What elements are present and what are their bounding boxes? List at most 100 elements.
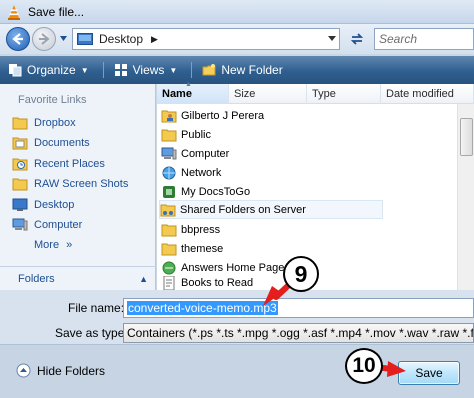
command-toolbar: Organize ▼ Views ▼ New Folder — [0, 56, 474, 84]
filename-label: File name: — [68, 301, 125, 315]
list-item[interactable]: bbpress — [161, 220, 381, 239]
column-size[interactable]: Size — [229, 84, 307, 104]
address-bar[interactable]: Desktop ▶ — [72, 28, 340, 50]
sidebar-more-link[interactable]: More » — [34, 239, 72, 251]
back-arrow-icon — [12, 33, 23, 45]
views-button[interactable]: Views ▼ — [114, 63, 178, 77]
scrollbar-thumb[interactable] — [460, 118, 473, 156]
title-bar: Save file... — [0, 0, 474, 24]
item-name: Computer — [181, 147, 230, 160]
column-headers: ▲ Name Size Type Date modified — [157, 81, 474, 104]
sidebar-item-documents[interactable]: Documents — [12, 134, 90, 152]
toolbar-separator — [191, 62, 193, 78]
step-number: 10 — [352, 354, 376, 377]
organize-label: Organize — [27, 63, 76, 77]
step-10-callout: 10 — [345, 348, 383, 384]
filename-value: converted-voice-memo.mp3 — [127, 301, 278, 315]
list-item[interactable]: Public — [161, 125, 381, 144]
sidebar-item-dropbox[interactable]: Dropbox — [12, 114, 76, 132]
folder-icon — [161, 224, 177, 236]
sidebar-item-recent-places[interactable]: Recent Places — [12, 155, 105, 173]
recent-places-icon — [12, 158, 28, 171]
search-input[interactable]: Search — [374, 28, 474, 50]
chevron-down-icon: ▼ — [80, 65, 89, 75]
refresh-button[interactable] — [345, 29, 369, 49]
hide-folders-button[interactable]: Hide Folders — [16, 363, 105, 378]
save-button[interactable]: Save — [398, 361, 460, 385]
item-name: Shared Folders on Server — [180, 203, 306, 216]
folders-toggle[interactable]: Folders ▲ — [0, 266, 156, 290]
list-item[interactable]: My DocsToGo — [161, 182, 381, 201]
chevron-down-icon: ▼ — [169, 65, 178, 75]
column-label: Name — [162, 88, 192, 100]
sidebar-item-label: Documents — [34, 137, 90, 149]
forward-arrow-icon — [39, 33, 50, 45]
item-name: Network — [181, 166, 222, 179]
sidebar-item-raw-screen-shots[interactable]: RAW Screen Shots — [12, 175, 128, 193]
savetype-select[interactable]: Containers (*.ps *.ts *.mpg *.ogg *.asf … — [123, 323, 474, 343]
sidebar-item-label: Computer — [34, 219, 83, 231]
views-grid-icon — [114, 64, 127, 76]
column-name[interactable]: ▲ Name — [157, 81, 229, 104]
savetype-value: Containers (*.ps *.ts *.mpg *.ogg *.asf … — [127, 326, 474, 340]
network-icon — [162, 166, 176, 179]
item-name: themese — [181, 242, 224, 255]
double-chevron-icon: » — [66, 239, 73, 251]
savetype-label: Save as type: — [55, 326, 128, 340]
item-name: Gilberto J Perera — [181, 109, 265, 122]
organize-icon — [9, 64, 22, 77]
sidebar-item-desktop[interactable]: Desktop — [12, 196, 74, 214]
toolbar-separator — [102, 62, 104, 78]
sidebar-item-label: RAW Screen Shots — [34, 178, 129, 190]
sidebar-item-computer[interactable]: Computer — [12, 216, 82, 234]
column-label: Type — [312, 88, 336, 100]
step-number: 9 — [294, 260, 308, 287]
chevron-up-icon: ▲ — [139, 273, 148, 284]
vlc-cone-icon — [8, 4, 20, 20]
document-icon — [163, 276, 175, 290]
column-label: Size — [234, 88, 256, 100]
desktop-icon — [77, 33, 93, 45]
organize-button[interactable]: Organize ▼ — [8, 63, 89, 77]
sidebar-item-label: Dropbox — [34, 117, 76, 129]
breadcrumb-chevron-icon[interactable]: ▶ — [151, 34, 158, 45]
vertical-scrollbar[interactable] — [457, 104, 474, 290]
navigation-pane: Favorite Links Dropbox Documents Recent … — [0, 84, 156, 290]
user-folder-icon — [161, 110, 177, 122]
sidebar-item-label: Desktop — [34, 199, 75, 211]
item-name: Public — [181, 128, 211, 141]
forward-button[interactable] — [32, 27, 56, 51]
folder-icon — [161, 129, 177, 141]
app-icon — [163, 185, 175, 198]
list-item[interactable]: Computer — [161, 144, 381, 163]
web-page-icon — [162, 261, 176, 274]
item-name: My DocsToGo — [181, 185, 251, 198]
new-folder-button[interactable]: New Folder — [202, 63, 283, 77]
back-button[interactable] — [6, 27, 30, 51]
folders-label: Folders — [18, 272, 55, 285]
list-item[interactable]: themese — [161, 239, 381, 258]
step-9-callout: 9 — [283, 256, 319, 292]
favorite-links-header: Favorite Links — [18, 94, 87, 106]
column-type[interactable]: Type — [307, 84, 381, 104]
hide-folders-label: Hide Folders — [37, 363, 106, 378]
computer-icon — [12, 218, 28, 231]
column-date-modified[interactable]: Date modified — [381, 84, 474, 104]
new-folder-icon — [202, 64, 216, 76]
list-item[interactable]: Network — [161, 163, 381, 182]
list-item[interactable]: Books to Read — [161, 276, 381, 290]
chevron-down-icon — [327, 36, 336, 41]
history-dropdown-icon[interactable] — [59, 34, 68, 43]
folder-icon — [161, 243, 177, 255]
folder-icon — [12, 178, 28, 191]
more-label: More — [34, 239, 60, 251]
list-item[interactable]: Answers Home Page — [161, 258, 381, 277]
list-item[interactable]: Shared Folders on Server — [159, 200, 383, 219]
filename-field[interactable]: converted-voice-memo.mp3 — [123, 298, 474, 318]
search-placeholder: Search — [379, 32, 418, 46]
item-name: Answers Home Page — [181, 261, 285, 274]
column-label: Date modified — [386, 88, 454, 100]
list-item[interactable]: Gilberto J Perera — [161, 106, 381, 125]
address-dropdown-button[interactable] — [324, 29, 339, 49]
views-label: Views — [132, 63, 165, 77]
